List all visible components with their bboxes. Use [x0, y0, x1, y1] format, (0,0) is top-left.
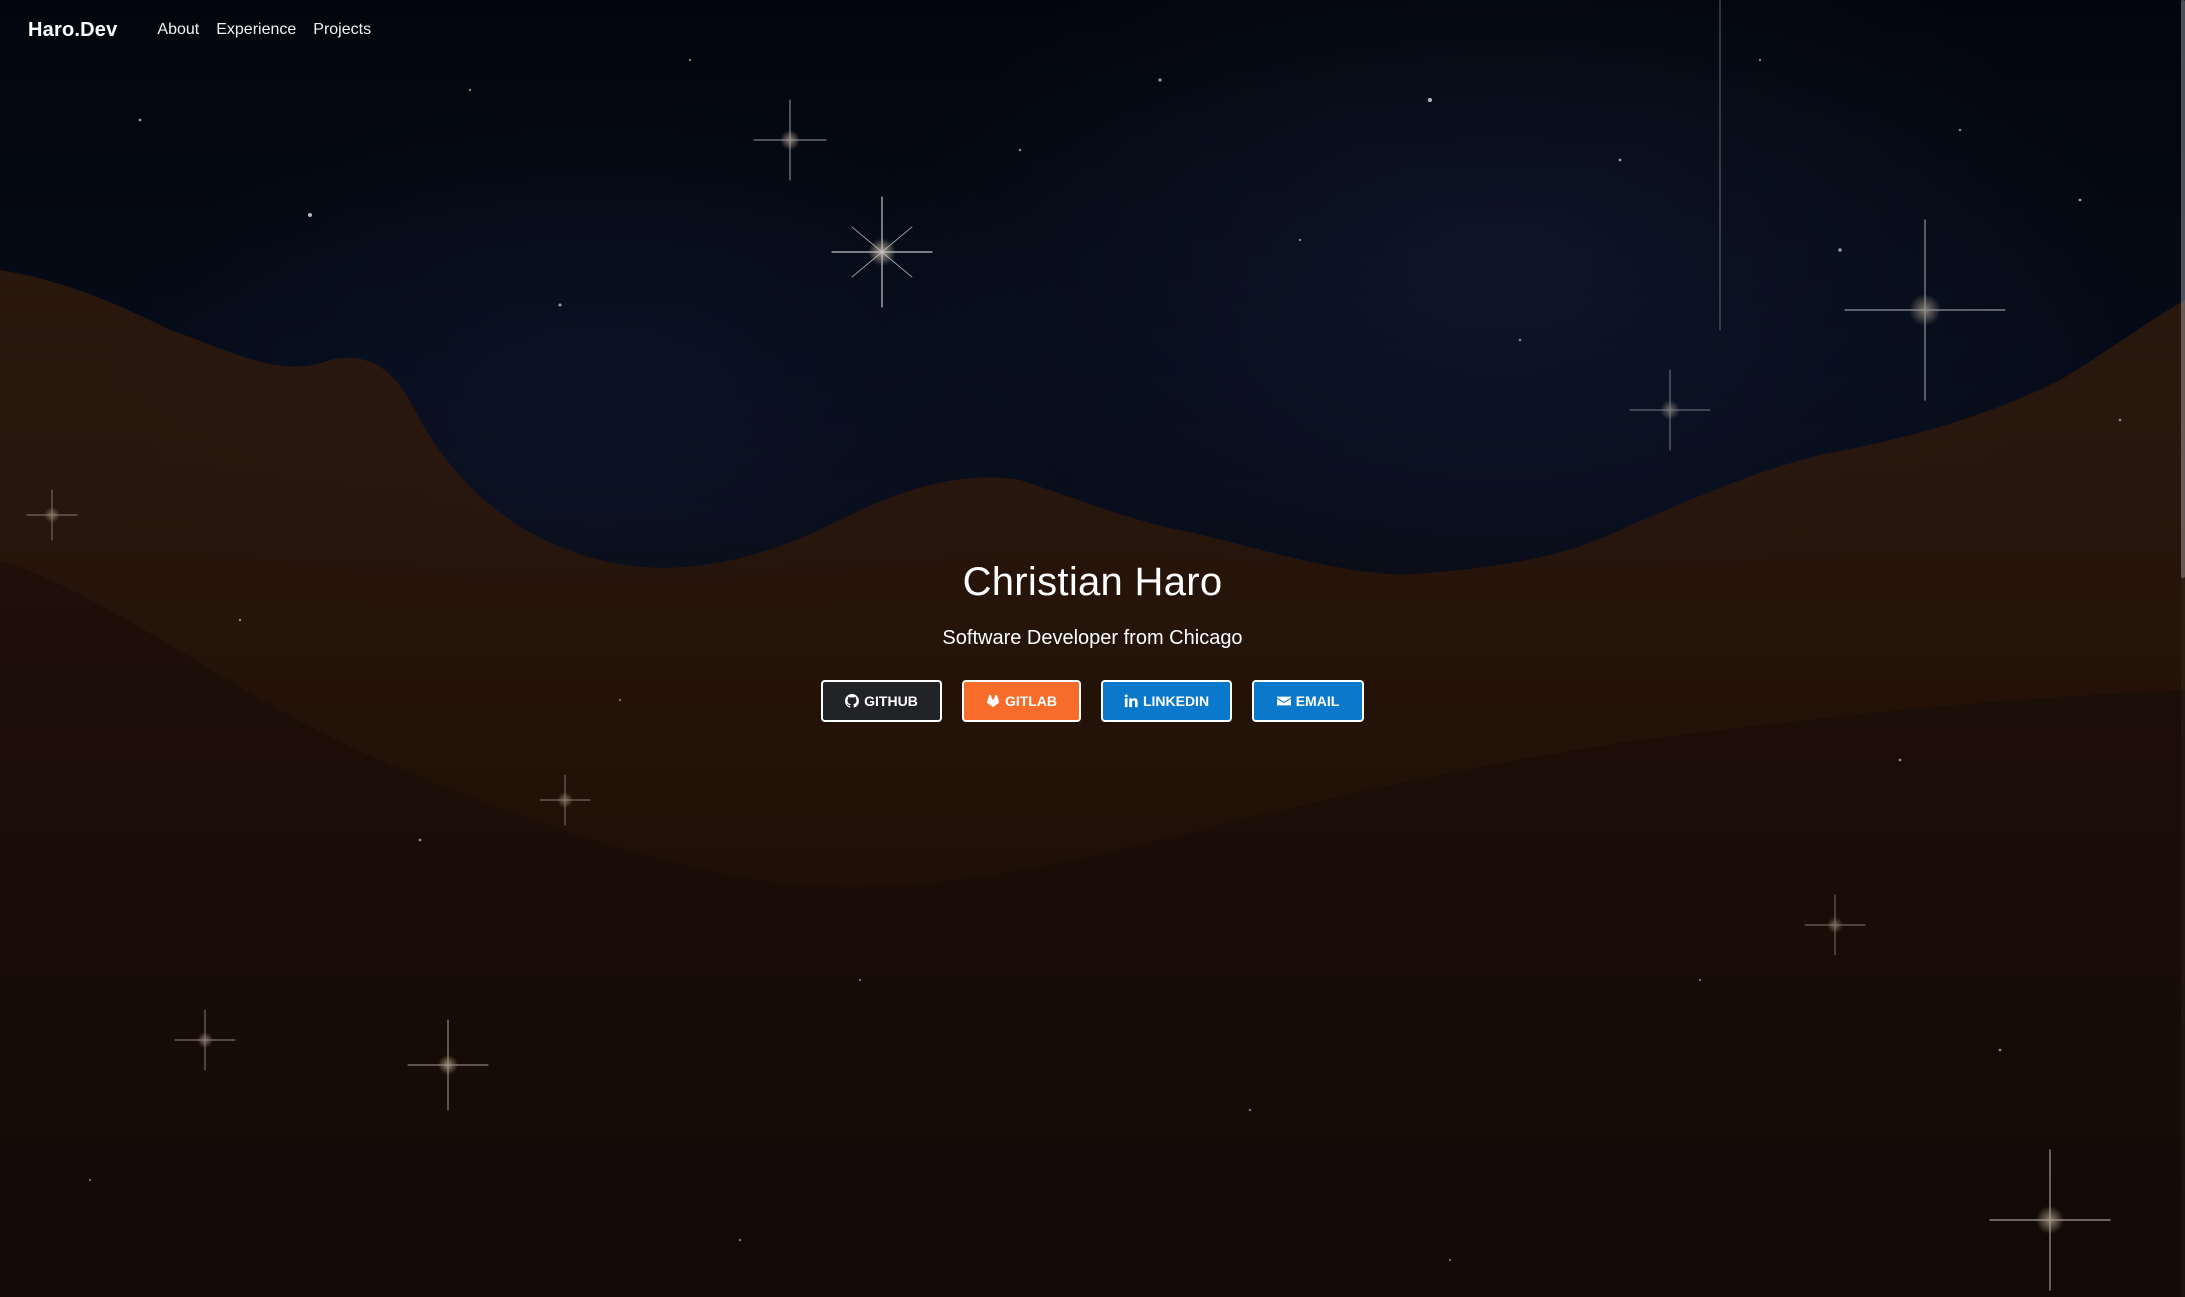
- github-button[interactable]: GITHUB: [821, 680, 942, 722]
- envelope-icon: [1276, 696, 1291, 706]
- hero-section: Christian Haro Software Developer from C…: [0, 560, 2185, 722]
- nav-links: About Experience Projects: [157, 21, 371, 39]
- social-buttons: GITHUB GITLAB LINKEDIN EMAIL: [0, 680, 2185, 722]
- email-button[interactable]: EMAIL: [1252, 680, 1364, 722]
- gitlab-button-label: GITLAB: [1004, 693, 1058, 709]
- navbar: Haro.Dev About Experience Projects: [0, 0, 2181, 60]
- email-button-label: EMAIL: [1295, 693, 1340, 709]
- gitlab-button[interactable]: GITLAB: [962, 680, 1081, 722]
- hero-title: Christian Haro: [962, 560, 1223, 604]
- gitlab-icon: [986, 694, 1000, 708]
- page: Haro.Dev About Experience Projects Chris…: [0, 0, 2185, 1297]
- linkedin-button[interactable]: LINKEDIN: [1101, 680, 1232, 722]
- scrollbar-track[interactable]: [2181, 0, 2185, 1297]
- nav-link-projects[interactable]: Projects: [313, 21, 371, 39]
- brand-logo-link[interactable]: Haro.Dev: [28, 19, 117, 42]
- nav-link-about[interactable]: About: [157, 21, 199, 39]
- hero-subtitle: Software Developer from Chicago: [942, 627, 1243, 649]
- github-icon: [845, 694, 860, 708]
- github-button-label: GITHUB: [864, 693, 918, 709]
- scrollbar-thumb[interactable]: [2181, 0, 2185, 578]
- nav-link-experience[interactable]: Experience: [216, 21, 296, 39]
- linkedin-button-label: LINKEDIN: [1142, 693, 1210, 709]
- linkedin-icon: [1124, 694, 1138, 708]
